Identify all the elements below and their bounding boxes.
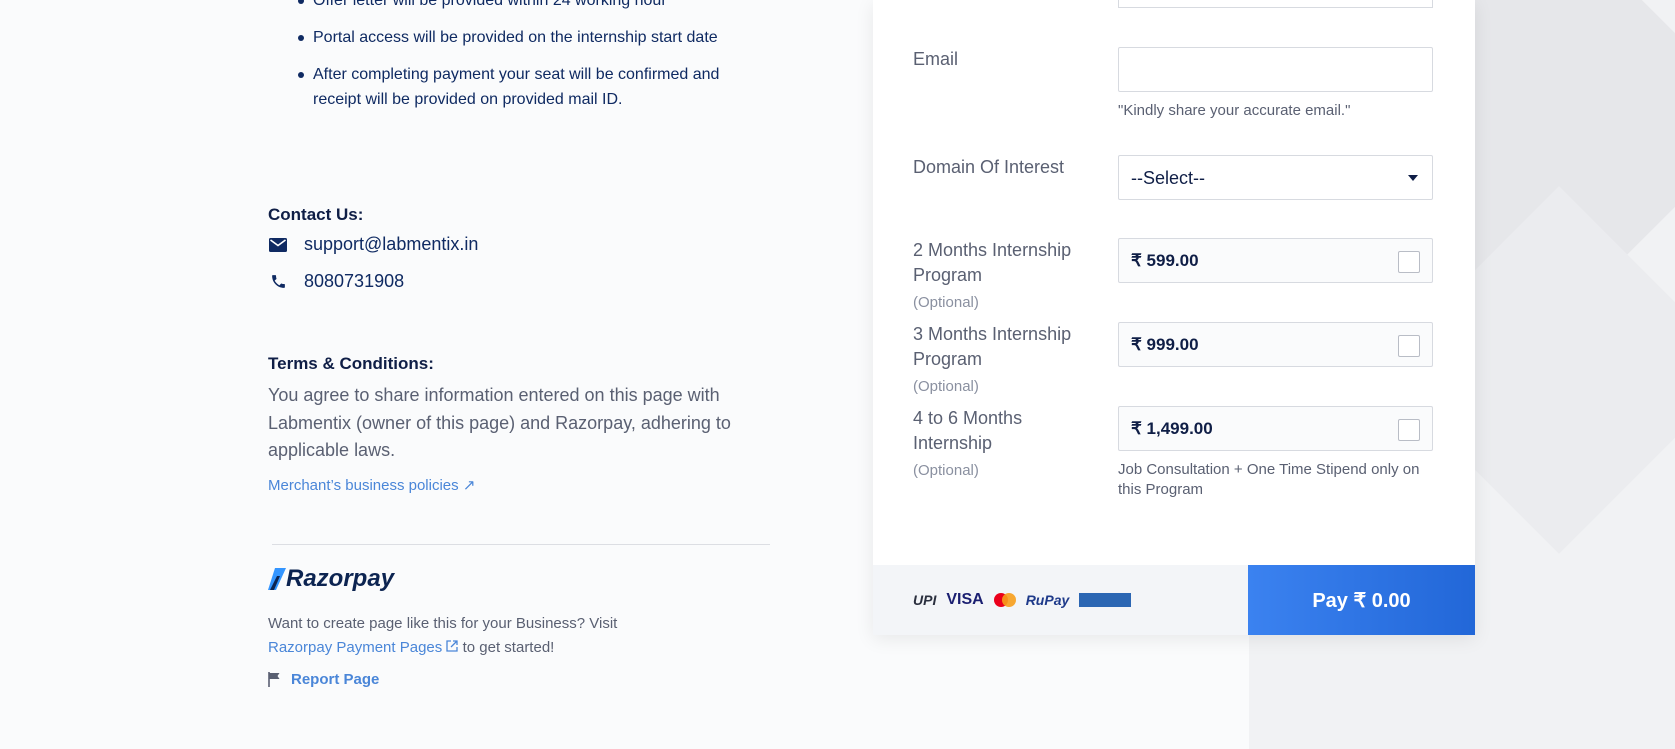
email-field[interactable] <box>1118 47 1433 92</box>
list-item-text: Portal access will be provided on the in… <box>313 29 718 46</box>
mastercard-icon <box>993 593 1016 607</box>
list-item-text: Offer letter will be provided within 24 … <box>313 0 667 9</box>
razorpay-payment-pages-link[interactable]: Razorpay Payment Pages <box>268 638 459 656</box>
option-checkbox[interactable] <box>1398 251 1420 273</box>
terms-text: You agree to share information entered o… <box>268 385 731 460</box>
upi-icon: UPI <box>913 592 937 608</box>
payment-form-card: Email "Kindly share your accurate email.… <box>873 0 1475 635</box>
list-item: After completing payment your seat will … <box>268 62 748 112</box>
contact-email-text: support@labmentix.in <box>304 234 479 254</box>
phone-icon <box>268 272 288 292</box>
amount-value: ₹ 599.00 <box>1131 251 1199 270</box>
pci-compliant-icon <box>1079 593 1132 607</box>
contact-phone[interactable]: 8080731908 <box>268 271 404 292</box>
external-link-icon <box>446 639 459 652</box>
bullet-icon <box>298 35 304 41</box>
rupay-icon: RuPay <box>1025 592 1070 608</box>
promo-suffix: to get started! <box>462 638 555 656</box>
business-policies-link[interactable]: Merchant’s business policies ↗ <box>268 476 475 494</box>
visa-icon: VISA <box>946 591 984 608</box>
option-checkbox[interactable] <box>1398 335 1420 357</box>
list-item: Portal access will be provided on the in… <box>268 25 748 50</box>
domain-label: Domain Of Interest <box>913 157 1065 177</box>
domain-selected-value: --Select-- <box>1131 168 1206 188</box>
amount-value: ₹ 1,499.00 <box>1131 419 1213 438</box>
bullet-icon <box>298 72 304 78</box>
option-label-4-6-months: 4 to 6 Months Internship (Optional) <box>913 406 1103 483</box>
terms-title: Terms & Conditions: <box>268 354 434 373</box>
pay-button[interactable]: Pay ₹ 0.00 <box>1248 565 1475 635</box>
flag-icon <box>268 672 280 687</box>
amount-value: ₹ 999.00 <box>1131 335 1199 354</box>
option-label-2-months: 2 Months Internship Program (Optional) <box>913 238 1103 315</box>
previous-field-input[interactable] <box>1118 0 1433 8</box>
mail-icon <box>268 235 288 255</box>
amount-field-3-months[interactable]: ₹ 999.00 <box>1118 322 1433 367</box>
option-hint: Job Consultation + One Time Stipend only… <box>1118 461 1420 498</box>
option-checkbox[interactable] <box>1398 419 1420 441</box>
optional-tag: (Optional) <box>913 294 979 311</box>
domain-select[interactable]: --Select-- <box>1118 155 1433 200</box>
optional-tag: (Optional) <box>913 378 979 395</box>
option-title: 4 to 6 Months Internship <box>913 408 1023 453</box>
email-label: Email <box>913 49 959 69</box>
contact-email[interactable]: support@labmentix.in <box>268 234 478 255</box>
optional-tag: (Optional) <box>913 462 979 479</box>
razorpay-logo-icon <box>268 568 286 590</box>
report-page-link[interactable]: Report Page <box>268 671 379 688</box>
bullet-icon <box>298 0 304 4</box>
contact-phone-text: 8080731908 <box>304 271 405 291</box>
report-page-text: Report Page <box>291 671 380 688</box>
option-title: 2 Months Internship Program <box>913 240 1072 285</box>
contact-title: Contact Us: <box>268 205 364 224</box>
payment-methods: UPI VISA RuPay <box>873 565 1248 635</box>
list-item: Offer letter will be provided within 24 … <box>268 0 748 13</box>
option-title: 3 Months Internship Program <box>913 324 1072 369</box>
card-footer: UPI VISA RuPay Pay ₹ 0.00 <box>873 565 1475 635</box>
info-list: Offer letter will be provided within 24 … <box>268 0 748 124</box>
razorpay-logo[interactable]: Razorpay <box>268 565 394 593</box>
amount-field-2-months[interactable]: ₹ 599.00 <box>1118 238 1433 283</box>
promo-prefix: Want to create page like this for your B… <box>268 615 618 632</box>
divider <box>272 544 770 545</box>
email-hint: "Kindly share your accurate email." <box>1118 102 1351 119</box>
link-text: Razorpay Payment Pages <box>268 638 443 656</box>
amount-field-4-6-months[interactable]: ₹ 1,499.00 <box>1118 406 1433 451</box>
list-item-text: After completing payment your seat will … <box>313 66 720 108</box>
razorpay-logo-text: Razorpay <box>286 565 395 592</box>
razorpay-promo: Want to create page like this for your B… <box>268 612 688 659</box>
caret-down-icon <box>1408 175 1418 181</box>
option-label-3-months: 3 Months Internship Program (Optional) <box>913 322 1103 399</box>
